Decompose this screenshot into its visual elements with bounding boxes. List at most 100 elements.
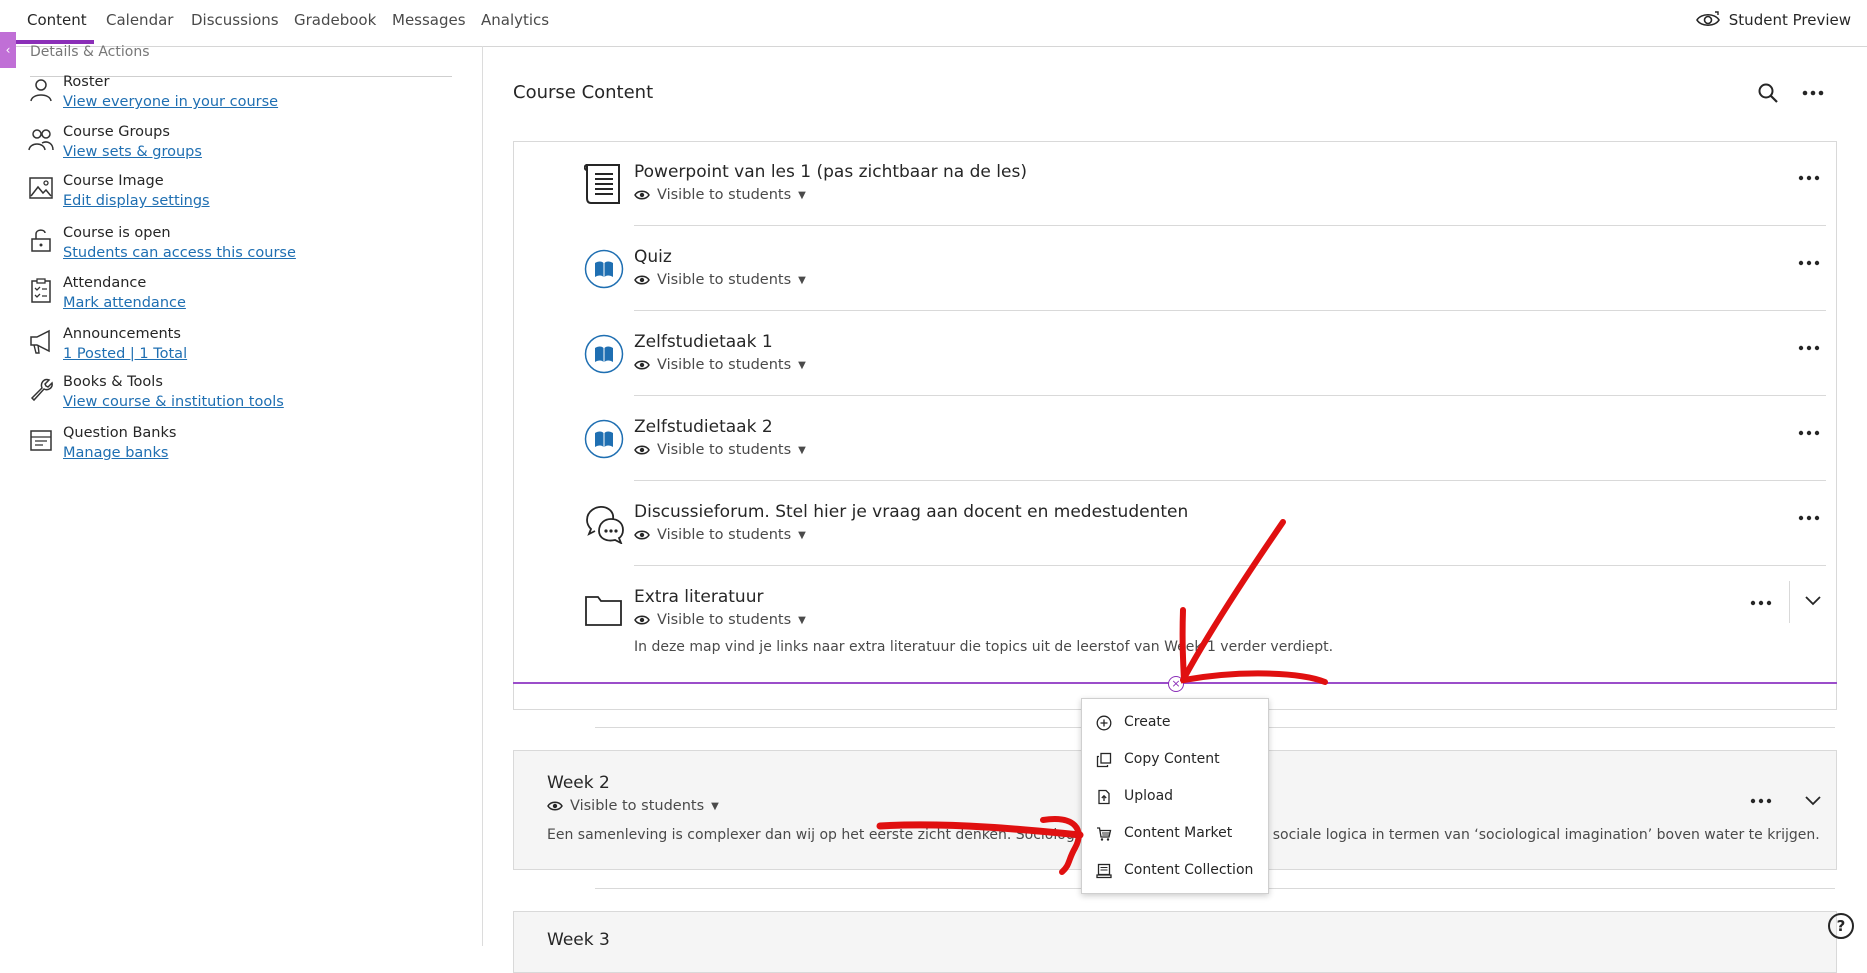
student-preview-button[interactable]: Student Preview	[1695, 10, 1851, 30]
student-preview-label: Student Preview	[1728, 11, 1851, 29]
visibility-label: Visible to students	[570, 798, 705, 814]
visibility-dropdown[interactable]: Visible to students ▼	[634, 272, 806, 288]
visibility-dropdown[interactable]: Visible to students ▼	[634, 357, 806, 373]
menu-item-upload[interactable]: Upload	[1082, 781, 1268, 813]
menu-item-label: Content Collection	[1124, 862, 1254, 878]
visibility-dropdown[interactable]: Visible to students ▼	[634, 187, 806, 203]
sidebar-item-announcements: Announcements 1 Posted | 1 Total	[28, 326, 448, 372]
more-options-icon[interactable]	[1797, 257, 1821, 269]
tab-calendar[interactable]: Calendar	[106, 11, 173, 29]
sidebar-item-title: Course Image	[63, 173, 164, 189]
document-icon	[584, 164, 620, 204]
attendance-icon	[31, 278, 51, 303]
assessment-book-icon	[584, 249, 624, 289]
week-title[interactable]: Week 3	[547, 930, 610, 950]
sidebar-item-link[interactable]: Mark attendance	[63, 295, 186, 311]
content-item[interactable]: Extra literatuur Visible to students ▼ I…	[514, 581, 1836, 677]
student-preview-icon	[1695, 11, 1720, 27]
sidebar-item-link[interactable]: Students can access this course	[63, 245, 296, 261]
menu-item-copy-content[interactable]: Copy Content	[1082, 744, 1268, 776]
visibility-dropdown[interactable]: Visible to students ▼	[634, 442, 806, 458]
content-item[interactable]: Zelfstudietaak 1 Visible to students ▼	[514, 332, 1836, 392]
more-options-icon[interactable]	[1797, 342, 1821, 354]
content-item-title[interactable]: Quiz	[634, 247, 672, 267]
caret-down-icon: ▼	[798, 614, 806, 626]
menu-item-create[interactable]: Create	[1082, 707, 1268, 739]
content-item-title[interactable]: Zelfstudietaak 1	[634, 332, 773, 352]
sidebar-item-attendance: Attendance Mark attendance	[28, 275, 448, 321]
row-divider	[634, 225, 1826, 226]
caret-down-icon: ▼	[798, 274, 806, 286]
week-3-folder[interactable]: Week 3	[513, 911, 1837, 973]
sidebar-item-title: Course is open	[63, 225, 171, 241]
help-icon[interactable]: ?	[1828, 913, 1854, 939]
caret-down-icon: ▼	[711, 800, 719, 812]
caret-down-icon: ▼	[798, 529, 806, 541]
visibility-dropdown[interactable]: Visible to students ▼	[634, 612, 806, 628]
sidebar-item-books-tools: Books & Tools View course & institution …	[28, 374, 448, 420]
content-item-title[interactable]: Powerpoint van les 1 (pas zichtbaar na d…	[634, 162, 1027, 182]
more-options-icon[interactable]	[1800, 82, 1826, 104]
menu-item-content-collection[interactable]: Content Collection	[1082, 855, 1268, 887]
assessment-book-icon	[584, 419, 624, 459]
tab-discussions[interactable]: Discussions	[191, 11, 279, 29]
sidebar-item-course-open: Course is open Students can access this …	[28, 225, 448, 271]
sidebar-item-link[interactable]: View everyone in your course	[63, 94, 278, 110]
folder-icon	[585, 596, 622, 626]
collection-icon	[1096, 863, 1112, 879]
roster-icon	[30, 79, 52, 102]
more-options-icon[interactable]	[1749, 597, 1773, 609]
sidebar-item-link[interactable]: Manage banks	[63, 445, 168, 461]
close-add-menu-icon[interactable]: ×	[1168, 676, 1184, 692]
content-item[interactable]: Discussieforum. Stel hier je vraag aan d…	[514, 502, 1836, 562]
cart-icon	[1097, 827, 1112, 841]
sidebar-item-course-groups: Course Groups View sets & groups	[28, 124, 448, 170]
row-divider	[634, 480, 1826, 481]
question-bank-icon	[30, 430, 52, 451]
content-item-title[interactable]: Discussieforum. Stel hier je vraag aan d…	[634, 502, 1188, 522]
eye-icon	[634, 275, 650, 285]
week-title[interactable]: Week 2	[547, 773, 610, 793]
sidebar-item-link[interactable]: View course & institution tools	[63, 394, 284, 410]
more-options-icon[interactable]	[1749, 795, 1773, 807]
sidebar-item-title: Course Groups	[63, 124, 170, 140]
sidebar-item-link[interactable]: Edit display settings	[63, 193, 210, 209]
visibility-label: Visible to students	[657, 442, 792, 458]
groups-icon	[28, 129, 54, 151]
content-item[interactable]: Quiz Visible to students ▼	[514, 247, 1836, 307]
sidebar-heading: Details & Actions	[30, 44, 150, 56]
tab-analytics[interactable]: Analytics	[481, 11, 549, 29]
more-options-icon[interactable]	[1797, 427, 1821, 439]
eye-icon	[634, 530, 650, 540]
plus-circle-icon	[1096, 715, 1112, 731]
details-actions-sidebar: Details & Actions Roster View everyone i…	[0, 44, 483, 946]
search-icon[interactable]	[1757, 82, 1779, 104]
content-item-title[interactable]: Zelfstudietaak 2	[634, 417, 773, 437]
content-item[interactable]: Zelfstudietaak 2 Visible to students ▼	[514, 417, 1836, 477]
image-icon	[29, 177, 53, 199]
page-title: Course Content	[513, 82, 654, 103]
tab-gradebook[interactable]: Gradebook	[294, 11, 376, 29]
visibility-dropdown[interactable]: Visible to students ▼	[634, 527, 806, 543]
content-item-title[interactable]: Extra literatuur	[634, 587, 763, 607]
wrench-icon	[30, 378, 53, 402]
visibility-label: Visible to students	[657, 527, 792, 543]
eye-icon	[634, 445, 650, 455]
sidebar-item-title: Books & Tools	[63, 374, 163, 390]
visibility-dropdown[interactable]: Visible to students ▼	[547, 798, 719, 814]
chevron-down-icon[interactable]	[1804, 595, 1822, 607]
upload-icon	[1098, 789, 1110, 805]
tab-messages[interactable]: Messages	[392, 11, 466, 29]
more-options-icon[interactable]	[1797, 172, 1821, 184]
chevron-down-icon[interactable]	[1804, 795, 1822, 807]
menu-item-label: Content Market	[1124, 825, 1233, 841]
row-divider	[634, 395, 1826, 396]
menu-item-content-market[interactable]: Content Market	[1082, 818, 1268, 850]
sidebar-item-link[interactable]: 1 Posted | 1 Total	[63, 346, 187, 362]
sidebar-item-link[interactable]: View sets & groups	[63, 144, 202, 160]
sidebar-item-course-image: Course Image Edit display settings	[28, 173, 448, 219]
menu-item-label: Copy Content	[1124, 751, 1220, 767]
more-options-icon[interactable]	[1797, 512, 1821, 524]
content-item[interactable]: Powerpoint van les 1 (pas zichtbaar na d…	[514, 162, 1836, 222]
tab-content[interactable]: Content	[27, 11, 87, 29]
